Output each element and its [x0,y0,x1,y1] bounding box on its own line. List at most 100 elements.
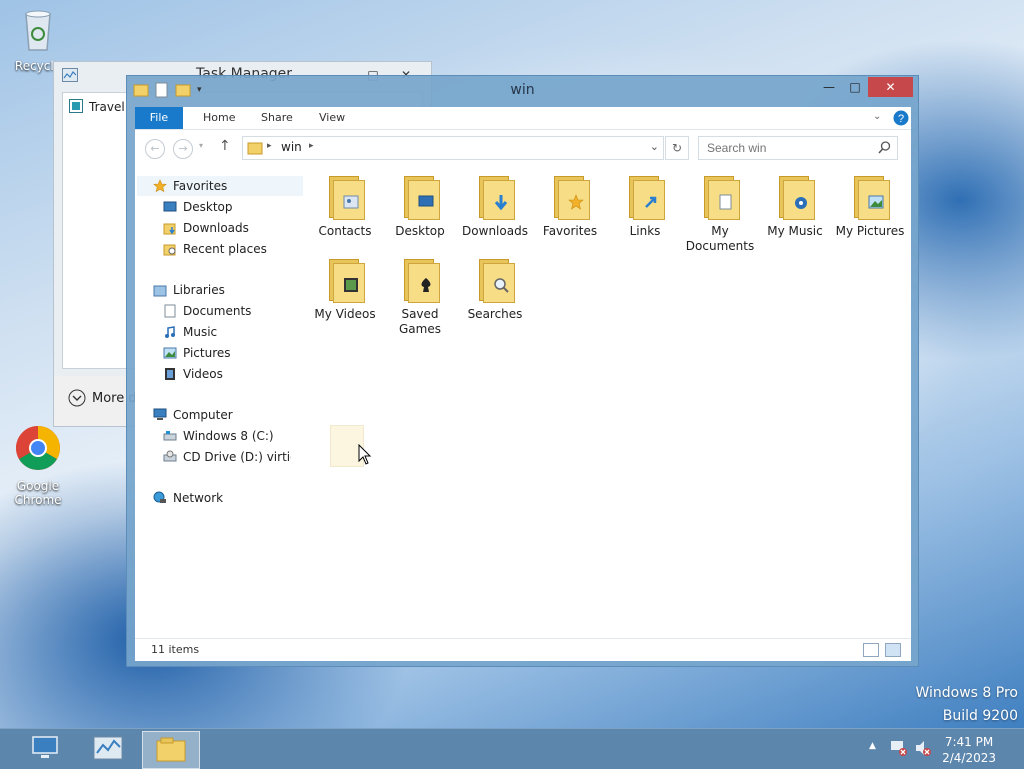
show-hidden-icons-button[interactable]: ▲ [869,741,876,751]
folder-item[interactable]: Desktop [380,168,460,239]
folder-icon [247,142,263,155]
folder-label: Searches [467,307,523,321]
item-count: 11 items [151,643,200,656]
address-dropdown-icon[interactable]: ⌄ [650,140,659,153]
forward-button[interactable]: → [173,139,193,159]
chrome-label-2: Chrome [14,493,62,507]
nav-label-favorites: Favorites [173,179,228,193]
breadcrumb-separator-icon[interactable]: ▸ [309,141,314,151]
taskbar-file-explorer-button[interactable] [142,731,200,769]
tab-share[interactable]: Share [261,107,293,129]
nav-label-downloads: Downloads [183,221,249,235]
folder-item[interactable]: Favorites [530,168,610,239]
recent-places-icon [163,244,176,256]
nav-label-desktop: Desktop [183,200,233,214]
nav-item-downloads[interactable]: Downloads [163,218,249,238]
folder-label: My Pictures [835,224,905,238]
back-button[interactable]: ← [145,139,165,159]
favorites-folder-icon [550,174,590,220]
explorer-titlebar[interactable]: ▾ win — □ ✕ [127,76,918,106]
search-input[interactable] [705,140,869,156]
music-folder-icon [775,174,815,220]
nav-item-computer[interactable]: Computer [153,405,233,425]
volume-muted-icon[interactable] [914,739,932,757]
large-icons-view-button[interactable] [885,643,901,657]
file-explorer-window[interactable]: ▾ win — □ ✕ File Home Share View ⌄ ? ← →… [126,75,919,667]
windows-watermark-edition: Windows 8 Pro [915,685,1018,701]
tab-home[interactable]: Home [203,107,235,129]
nav-item-libraries[interactable]: Libraries [153,280,225,300]
folder-label: My Music [767,224,823,238]
status-bar: 11 items [135,638,911,661]
nav-label-pictures: Pictures [183,346,231,360]
clock-time: 7:41 PM [944,735,994,749]
system-clock[interactable]: 7:41 PM 2/4/2023 [942,734,996,766]
folder-item[interactable]: Searches [455,251,535,322]
nav-item-pictures[interactable]: Pictures [163,343,231,363]
travel-app-label: Travel [89,100,125,114]
folder-label: Favorites [542,224,598,238]
folder-item[interactable]: Contacts [305,168,385,239]
nav-label-drive-d: CD Drive (D:) virtio-√ [183,450,291,464]
folder-item[interactable]: My Documents [680,168,760,254]
help-icon[interactable]: ? [893,110,909,126]
refresh-button[interactable]: ↻ [665,136,689,160]
google-chrome-shortcut[interactable]: Google Chrome [3,424,73,507]
folder-label-2: Games [399,322,441,336]
nav-item-favorites[interactable]: Favorites [137,176,303,196]
nav-item-recent-places[interactable]: Recent places [163,239,267,259]
navigation-pane: Favorites Desktop Downloads Recent place… [135,166,303,638]
file-list: Contacts Desktop Downloads Favorites Lin… [305,166,911,638]
breadcrumb-separator-icon[interactable]: ▸ [267,141,272,151]
nav-item-drive-d[interactable]: CD Drive (D:) virtio-√ [163,447,291,467]
address-bar[interactable]: ▸ win ▸ ⌄ [242,136,664,160]
expand-ribbon-icon[interactable]: ⌄ [873,111,881,122]
hard-drive-icon [163,431,177,441]
nav-label-videos: Videos [183,367,223,381]
ribbon-tabs: File Home Share View ⌄ ? [135,107,911,130]
travel-app-icon [69,99,83,113]
explorer-maximize-button[interactable]: □ [841,77,869,97]
nav-item-drive-c[interactable]: Windows 8 (C:) [163,426,274,446]
folder-label: Desktop [395,224,445,238]
task-manager-icon [62,68,78,82]
explorer-close-button[interactable]: ✕ [868,77,913,97]
folder-item[interactable]: Links [605,168,685,239]
up-button[interactable]: ↑ [219,138,231,154]
taskbar-task-manager-button[interactable] [80,731,136,767]
windows-watermark-build: Build 9200 [942,708,1018,724]
folder-item[interactable]: Saved Games [380,251,460,337]
tab-file[interactable]: File [135,107,183,129]
nav-label-network: Network [173,491,224,505]
nav-item-documents[interactable]: Documents [163,301,251,321]
folder-label-2: Documents [685,239,755,253]
nav-label-recent-places: Recent places [183,242,267,256]
folder-item[interactable]: My Pictures [830,168,910,239]
chrome-label-1: Google [16,479,60,493]
nav-item-desktop[interactable]: Desktop [163,197,233,217]
folder-item[interactable]: My Videos [305,251,385,322]
taskbar-computer-button[interactable] [18,731,74,767]
recent-locations-icon[interactable]: ▾ [199,141,203,150]
network-status-icon[interactable] [890,739,908,757]
desktop-icon [163,201,177,212]
explorer-minimize-button[interactable]: — [815,77,843,97]
folder-item[interactable]: Downloads [455,168,535,239]
tab-view[interactable]: View [319,107,345,129]
search-box[interactable] [698,136,898,160]
task-manager-app-item[interactable]: Travel [69,99,125,114]
details-view-button[interactable] [863,643,879,657]
nav-item-music[interactable]: Music [163,322,217,342]
folder-item[interactable]: My Music [755,168,835,239]
downloads-icon [163,223,176,235]
nav-label-computer: Computer [173,408,233,422]
breadcrumb-win[interactable]: win [281,140,302,154]
computer-icon [153,408,167,420]
file-explorer-icon [156,737,186,762]
nav-item-videos[interactable]: Videos [163,364,223,384]
nav-item-network[interactable]: Network [153,488,223,508]
searches-folder-icon [475,257,515,303]
chevron-down-icon [68,389,86,407]
nav-label-music: Music [183,325,218,339]
videos-icon [165,368,175,380]
